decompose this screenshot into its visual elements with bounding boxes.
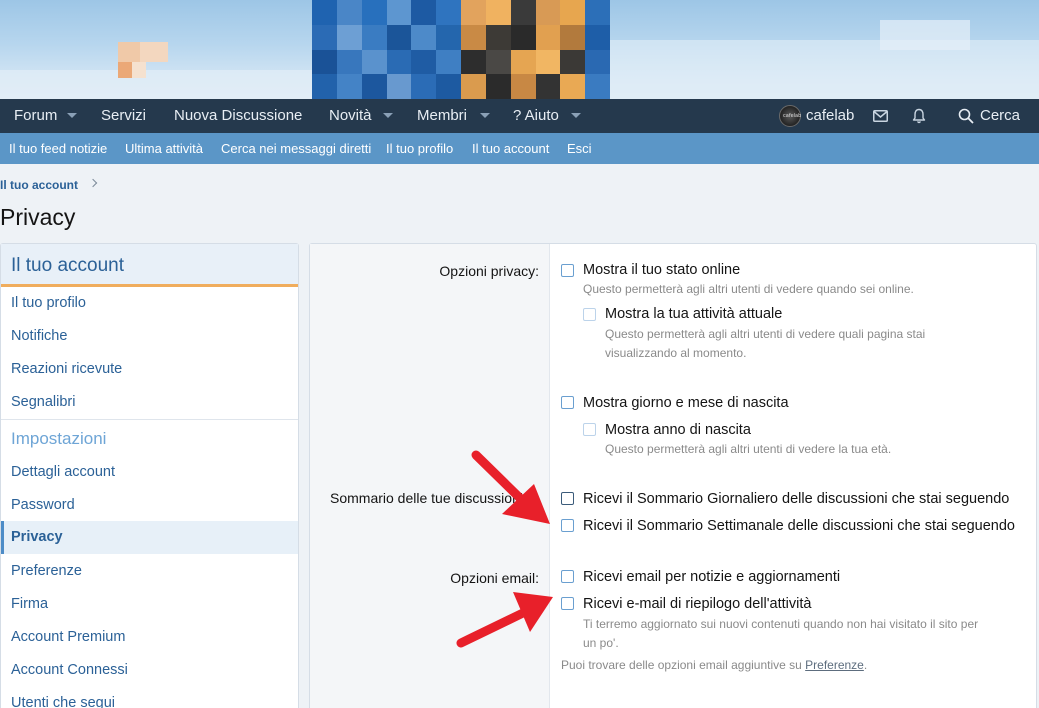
- show-birthday-checkbox[interactable]: [561, 396, 574, 409]
- show-activity-hint-2: visualizzando al momento.: [605, 346, 747, 360]
- sidebar-item-signature[interactable]: Firma: [11, 596, 48, 612]
- nav-novita[interactable]: Novità: [329, 99, 372, 133]
- weekly-digest-label[interactable]: Ricevi il Sommario Settimanale delle dis…: [583, 518, 1015, 534]
- username-label: cafelab: [806, 107, 855, 124]
- account-sidebar: Il tuo account Il tuo profilo Notifiche …: [0, 243, 299, 708]
- search-label: Cerca: [980, 107, 1021, 124]
- show-online-hint: Questo permetterà agli altri utenti di v…: [583, 282, 914, 296]
- sidebar-item-notifications[interactable]: Notifiche: [11, 328, 67, 344]
- breadcrumb-label: Il tuo account: [0, 178, 78, 192]
- show-activity-checkbox[interactable]: [583, 308, 596, 321]
- nav-forum-label: Forum: [14, 107, 58, 124]
- sidebar-item-premium[interactable]: Account Premium: [11, 629, 125, 645]
- search-button[interactable]: Cerca: [980, 99, 1020, 133]
- breadcrumb[interactable]: Il tuo account: [0, 178, 78, 192]
- main-nav: Forum Servizi Nuova Discussione Novità M…: [0, 99, 1039, 133]
- nav-forum-chevron-down-icon[interactable]: [67, 113, 77, 118]
- subnav-latest-activity[interactable]: Ultima attività: [125, 133, 203, 164]
- nav-aiuto-label: ? Aiuto: [513, 107, 559, 124]
- sidebar-item-password[interactable]: Password: [11, 497, 75, 513]
- show-birth-year-label[interactable]: Mostra anno di nascita: [605, 422, 751, 438]
- email-activity-checkbox[interactable]: [561, 597, 574, 610]
- sidebar-header: Il tuo account: [1, 244, 298, 287]
- sidebar-item-preferences[interactable]: Preferenze: [11, 563, 82, 579]
- nav-aiuto-chevron-down-icon[interactable]: [571, 113, 581, 118]
- search-icon[interactable]: [958, 108, 974, 124]
- nav-servizi-label: Servizi: [101, 107, 147, 124]
- email-more-suffix: .: [863, 658, 868, 672]
- subnav-news-feed-label: Il tuo feed notizie: [9, 141, 108, 156]
- digest-label: Sommario delle tue discussioni:: [330, 490, 527, 506]
- sidebar-item-connected-accounts[interactable]: Account Connessi: [11, 662, 128, 678]
- sidebar-item-account-details[interactable]: Dettagli account: [11, 464, 115, 480]
- show-birthday-label[interactable]: Mostra giorno e mese di nascita: [583, 395, 789, 411]
- show-birth-year-hint: Questo permetterà agli altri utenti di v…: [605, 442, 892, 456]
- sidebar-group-settings: Impostazioni: [11, 429, 107, 448]
- header-banner: [0, 0, 1039, 99]
- email-activity-label[interactable]: Ricevi e-mail di riepilogo dell'attività: [583, 596, 811, 612]
- nav-new-thread-label: Nuova Discussione: [174, 107, 303, 124]
- nav-membri-label: Membri: [417, 107, 468, 124]
- subnav-logout[interactable]: Esci: [567, 133, 592, 164]
- account-username[interactable]: cafelab: [806, 99, 854, 133]
- subnav-your-account[interactable]: Il tuo account: [472, 133, 549, 164]
- envelope-icon[interactable]: [873, 110, 888, 122]
- subnav-your-profile[interactable]: Il tuo profilo: [386, 133, 453, 164]
- subnav-news-feed[interactable]: Il tuo feed notizie: [9, 133, 107, 164]
- show-online-label[interactable]: Mostra il tuo stato online: [583, 262, 740, 278]
- sidebar-item-reactions[interactable]: Reazioni ricevute: [11, 361, 122, 377]
- subnav-latest-activity-label: Ultima attività: [125, 141, 204, 156]
- show-activity-label[interactable]: Mostra la tua attività attuale: [605, 306, 782, 322]
- sidebar-item-privacy-label: Privacy: [11, 529, 63, 545]
- sub-nav: Il tuo feed notizie Ultima attività Cerc…: [0, 133, 1039, 164]
- nav-novita-label: Novità: [329, 107, 372, 124]
- page-title: Privacy: [0, 204, 76, 230]
- nav-novita-chevron-down-icon[interactable]: [383, 113, 393, 118]
- nav-membri[interactable]: Membri: [417, 99, 467, 133]
- sidebar-item-bookmarks[interactable]: Segnalibri: [11, 394, 76, 410]
- nav-servizi[interactable]: Servizi: [101, 99, 146, 133]
- nav-membri-chevron-down-icon[interactable]: [480, 113, 490, 118]
- bell-icon[interactable]: [912, 108, 926, 124]
- email-more-prefix: Puoi trovare delle opzioni email aggiunt…: [561, 658, 802, 672]
- daily-digest-checkbox[interactable]: [561, 492, 574, 505]
- avatar[interactable]: cafelab: [779, 105, 801, 127]
- weekly-digest-checkbox[interactable]: [561, 519, 574, 532]
- subnav-logout-label: Esci: [567, 141, 592, 156]
- email-activity-hint-2: un po'.: [583, 636, 619, 650]
- sidebar-item-profile[interactable]: Il tuo profilo: [11, 295, 86, 311]
- subnav-search-dm[interactable]: Cerca nei messaggi diretti: [221, 133, 371, 164]
- email-news-checkbox[interactable]: [561, 570, 574, 583]
- nav-new-thread[interactable]: Nuova Discussione: [174, 99, 302, 133]
- sidebar-item-following[interactable]: Utenti che segui: [11, 695, 115, 708]
- nav-aiuto[interactable]: ? Aiuto: [513, 99, 559, 133]
- show-online-checkbox[interactable]: [561, 264, 574, 277]
- form-label-column: [310, 244, 550, 708]
- sidebar-item-privacy[interactable]: Privacy: [1, 521, 298, 554]
- preferences-link[interactable]: Preferenze: [805, 658, 864, 672]
- show-activity-hint-1: Questo permetterà agli altri utenti di v…: [605, 327, 926, 341]
- subnav-your-profile-label: Il tuo profilo: [386, 141, 454, 156]
- show-birth-year-checkbox[interactable]: [583, 423, 596, 436]
- privacy-options-label: Opzioni privacy:: [439, 263, 539, 279]
- subnav-your-account-label: Il tuo account: [472, 141, 550, 156]
- subnav-search-dm-label: Cerca nei messaggi diretti: [221, 141, 372, 156]
- privacy-form: Opzioni privacy: Mostra il tuo stato onl…: [309, 243, 1037, 708]
- sidebar-header-label: Il tuo account: [11, 255, 125, 276]
- email-news-label[interactable]: Ricevi email per notizie e aggiornamenti: [583, 569, 840, 585]
- chevron-right-icon: [88, 178, 98, 188]
- sidebar-divider: [1, 419, 298, 420]
- email-more-options: Puoi trovare delle opzioni email aggiunt…: [561, 656, 867, 675]
- avatar-text: cafelab: [783, 113, 802, 119]
- email-options-label: Opzioni email:: [450, 570, 539, 586]
- site-logo[interactable]: [312, 0, 610, 99]
- daily-digest-label[interactable]: Ricevi il Sommario Giornaliero delle dis…: [583, 491, 1009, 507]
- email-activity-hint-1: Ti terremo aggiornato sui nuovi contenut…: [583, 617, 979, 631]
- nav-forum[interactable]: Forum: [14, 99, 57, 133]
